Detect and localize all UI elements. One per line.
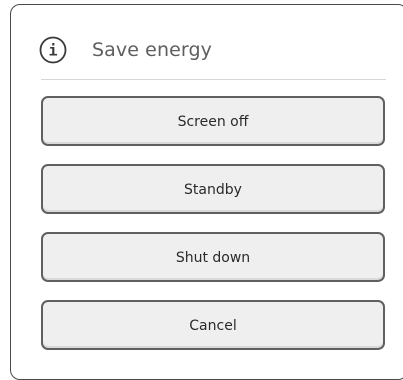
cancel-label: Cancel: [189, 318, 237, 334]
shut-down-label: Shut down: [175, 250, 251, 266]
standby-label: Standby: [184, 182, 242, 198]
svg-text:i: i: [48, 42, 57, 60]
screen-off-label: Screen off: [177, 114, 249, 130]
save-energy-dialog: i Save energy Screen off Standby Shut do…: [10, 4, 403, 380]
header-divider: [41, 79, 386, 80]
dialog-title: Save energy: [92, 39, 212, 61]
dialog-header: i Save energy: [39, 33, 212, 67]
cancel-button[interactable]: Cancel: [41, 300, 385, 350]
screen-off-button[interactable]: Screen off: [41, 96, 385, 146]
info-icon: i: [39, 36, 67, 64]
shut-down-button[interactable]: Shut down: [41, 232, 385, 282]
standby-button[interactable]: Standby: [41, 164, 385, 214]
